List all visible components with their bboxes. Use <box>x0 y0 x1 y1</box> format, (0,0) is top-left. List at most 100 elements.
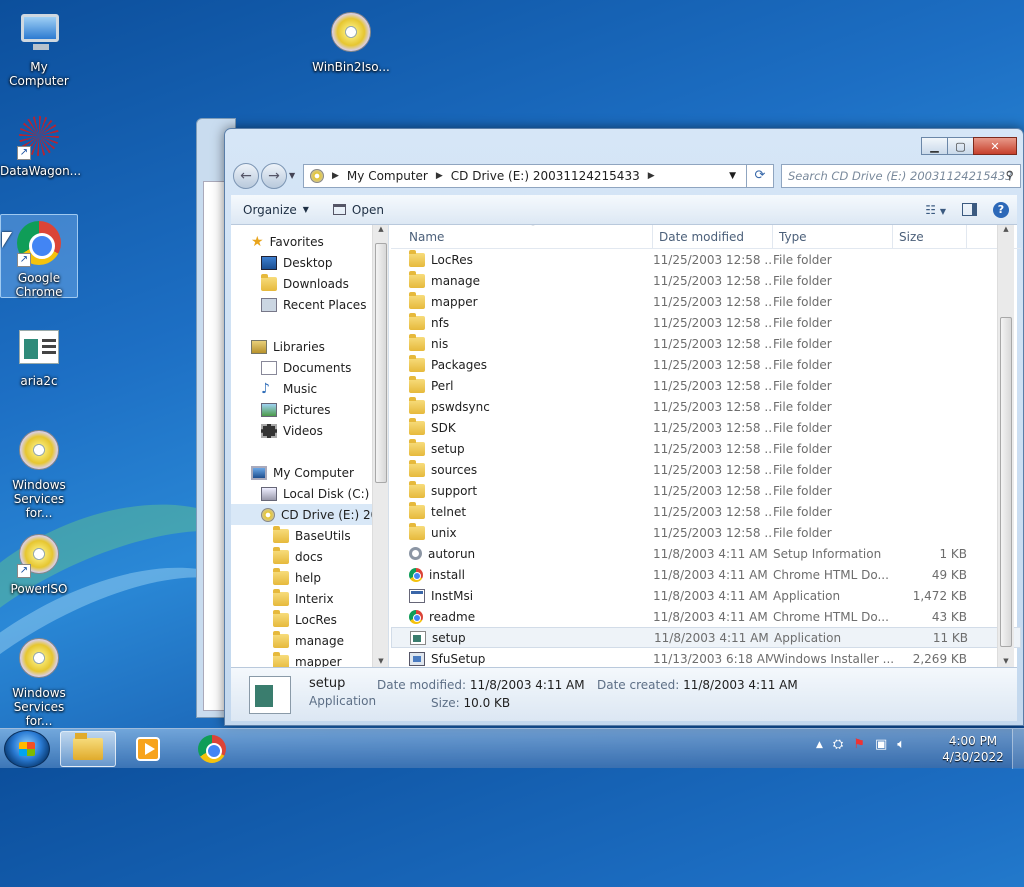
back-button[interactable]: ← <box>233 163 259 189</box>
file-row[interactable]: Packages 11/25/2003 12:58 ... File folder <box>391 354 1021 375</box>
nav-scrollbar[interactable]: ▲ ▼ <box>372 225 388 667</box>
organize-button[interactable]: Organize ▼ <box>231 203 321 217</box>
nav-libraries[interactable]: Libraries <box>231 336 372 357</box>
nav-subfolder[interactable]: manage <box>231 630 372 651</box>
close-button[interactable]: ✕ <box>973 137 1017 155</box>
clock[interactable]: 4:00 PM 4/30/2022 <box>940 733 1006 765</box>
desktop-icon-label: Google Chrome <box>15 271 63 299</box>
file-name: setup <box>431 441 465 456</box>
maximize-button[interactable]: ▢ <box>947 137 974 155</box>
breadcrumb-chevron-icon[interactable]: ▶ <box>436 171 443 181</box>
folder-icon <box>409 291 425 309</box>
file-list-scrollbar[interactable]: ▲ ▼ <box>997 225 1014 667</box>
file-row[interactable]: readme 11/8/2003 4:11 AM Chrome HTML Do...… <box>391 606 1021 627</box>
volume-icon[interactable]: 🔈︎ <box>897 737 905 752</box>
show-hidden-icons-icon[interactable]: ▲ <box>816 737 823 752</box>
breadcrumb-my-computer[interactable]: My Computer <box>347 169 428 183</box>
column-header-size[interactable]: Size <box>893 225 967 248</box>
desktop-icon-windows-services-2[interactable]: Windows Services for... <box>0 630 78 728</box>
preview-pane-icon[interactable] <box>962 203 977 216</box>
nav-subfolder[interactable]: help <box>231 567 372 588</box>
explorer-window[interactable]: ▁ ▢ ✕ ← → ▼ ▶ My Computer ▶ CD Drive (E:… <box>224 128 1024 726</box>
file-name-cell: sources <box>391 459 653 477</box>
nav-item-documents[interactable]: Documents <box>231 357 372 378</box>
column-header-type[interactable]: Type <box>773 225 893 248</box>
breadcrumb-chevron-icon[interactable]: ▶ <box>332 171 339 181</box>
nav-my-computer[interactable]: My Computer <box>231 462 372 483</box>
taskbar-chrome-button[interactable] <box>184 731 240 767</box>
file-row[interactable]: support 11/25/2003 12:58 ... File folder <box>391 480 1021 501</box>
nav-label: Music <box>283 381 318 396</box>
file-row[interactable]: nis 11/25/2003 12:58 ... File folder <box>391 333 1021 354</box>
nav-subfolder[interactable]: docs <box>231 546 372 567</box>
nav-item-cd-drive[interactable]: CD Drive (E:) 2003 <box>231 504 388 525</box>
nav-subfolder[interactable]: BaseUtils <box>231 525 372 546</box>
address-dropdown-icon[interactable]: ▼ <box>729 171 736 181</box>
file-row[interactable]: install 11/8/2003 4:11 AM Chrome HTML Do..… <box>391 564 1021 585</box>
help-icon[interactable]: ? <box>993 201 1009 218</box>
desktop-icon-my-computer[interactable]: My Computer <box>0 4 78 88</box>
file-row[interactable]: LocRes 11/25/2003 12:58 ... File folder <box>391 249 1021 270</box>
start-button[interactable] <box>4 730 50 768</box>
nav-favorites[interactable]: ★ Favorites <box>231 231 372 252</box>
nav-item-recent-places[interactable]: Recent Places <box>231 294 372 315</box>
file-row[interactable]: setup 11/25/2003 12:58 ... File folder <box>391 438 1021 459</box>
refresh-button[interactable]: ⟳ <box>746 164 774 188</box>
file-row[interactable]: mapper 11/25/2003 12:58 ... File folder <box>391 291 1021 312</box>
address-bar[interactable]: ▶ My Computer ▶ CD Drive (E:) 2003112421… <box>303 164 773 188</box>
desktop-icon-datawagon[interactable]: ↗ DataWagon... <box>0 108 81 178</box>
desktop-icon-windows-services-1[interactable]: Windows Services for... <box>0 422 78 520</box>
file-row[interactable]: unix 11/25/2003 12:58 ... File folder <box>391 522 1021 543</box>
nav-item-local-disk[interactable]: Local Disk (C:) <box>231 483 372 504</box>
taskbar-explorer-button[interactable] <box>60 731 116 767</box>
scroll-up-icon[interactable]: ▲ <box>998 225 1014 233</box>
desktop-icon-aria2c[interactable]: aria2c <box>0 318 78 388</box>
nav-item-pictures[interactable]: Pictures <box>231 399 372 420</box>
file-row[interactable]: SDK 11/25/2003 12:58 ... File folder <box>391 417 1021 438</box>
search-input[interactable]: Search CD Drive (E:) 20031124215433 ⚲ <box>781 164 1021 188</box>
breadcrumb-cd-drive[interactable]: CD Drive (E:) 20031124215433 <box>451 169 640 183</box>
scroll-up-icon[interactable]: ▲ <box>373 225 388 233</box>
desktop-icon-google-chrome[interactable]: ↗ Google Chrome <box>0 214 78 299</box>
nav-item-music[interactable]: ♪ Music <box>231 378 372 399</box>
minimize-button[interactable]: ▁ <box>921 137 948 155</box>
taskbar-media-player-button[interactable] <box>120 731 176 767</box>
scroll-down-icon[interactable]: ▼ <box>373 657 388 665</box>
network-icon[interactable]: ▣ <box>875 737 887 752</box>
file-row[interactable]: telnet 11/25/2003 12:58 ... File folder <box>391 501 1021 522</box>
disc-icon <box>327 8 375 56</box>
scroll-down-icon[interactable]: ▼ <box>998 657 1014 665</box>
file-list-scrollbar-thumb[interactable] <box>1000 317 1012 647</box>
forward-button[interactable]: → <box>261 163 287 189</box>
network-activity-icon[interactable]: ⛭ <box>833 737 843 752</box>
nav-item-downloads[interactable]: Downloads <box>231 273 372 294</box>
file-row[interactable]: SfuSetup 11/13/2003 6:18 AM Windows Instal… <box>391 648 1021 667</box>
file-date: 11/8/2003 4:11 AM <box>653 588 768 603</box>
nav-subfolder[interactable]: LocRes <box>231 609 372 630</box>
file-row[interactable]: nfs 11/25/2003 12:58 ... File folder <box>391 312 1021 333</box>
column-header-name[interactable]: Name <box>391 225 653 248</box>
search-icon[interactable]: ⚲ <box>1006 168 1014 182</box>
nav-subfolder[interactable]: mapper <box>231 651 372 667</box>
file-row[interactable]: setup 11/8/2003 4:11 AM Application 11 KB <box>391 627 1021 648</box>
show-desktop-button[interactable] <box>1012 729 1024 769</box>
file-row[interactable]: sources 11/25/2003 12:58 ... File folder <box>391 459 1021 480</box>
file-row[interactable]: InstMsi 11/8/2003 4:11 AM Application 1,472… <box>391 585 1021 606</box>
nav-scrollbar-thumb[interactable] <box>375 243 387 483</box>
action-center-icon[interactable]: ⚑ <box>853 737 865 752</box>
desktop-icon-poweriso[interactable]: ↗ PowerISO <box>0 526 78 596</box>
change-view-icon[interactable]: ☷ ▼ <box>925 203 946 217</box>
nav-subfolder[interactable]: Interix <box>231 588 372 609</box>
open-button[interactable]: Open <box>321 203 396 217</box>
file-name-cell: readme <box>391 609 653 624</box>
column-header-date[interactable]: Date modified <box>653 225 773 248</box>
file-row[interactable]: pswdsync 11/25/2003 12:58 ... File folder <box>391 396 1021 417</box>
file-row[interactable]: Perl 11/25/2003 12:58 ... File folder <box>391 375 1021 396</box>
file-row[interactable]: manage 11/25/2003 12:58 ... File folder <box>391 270 1021 291</box>
nav-item-desktop[interactable]: Desktop <box>231 252 372 273</box>
file-row[interactable]: autorun 11/8/2003 4:11 AM Setup Informatio… <box>391 543 1021 564</box>
breadcrumb-chevron-icon[interactable]: ▶ <box>648 171 655 181</box>
recent-pages-dropdown[interactable]: ▼ <box>289 171 295 180</box>
nav-item-videos[interactable]: Videos <box>231 420 372 441</box>
desktop-icon-winbin2iso[interactable]: WinBin2Iso... <box>312 4 390 74</box>
